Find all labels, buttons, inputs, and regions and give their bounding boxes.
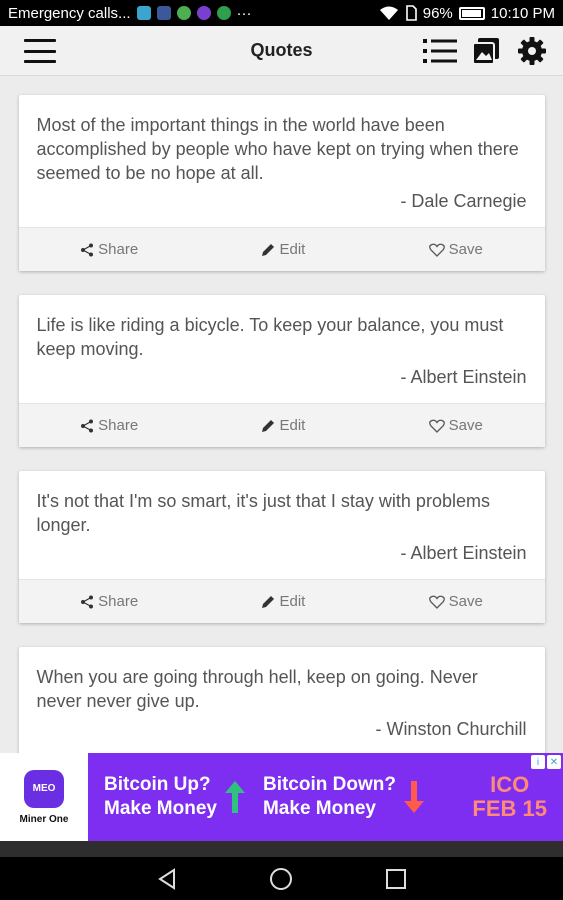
ad-up-line1: Bitcoin Up? [104,774,211,795]
back-button[interactable] [152,864,182,894]
quote-card: When you are going through hell, keep on… [18,647,545,753]
battery-percentage: 96% [422,4,453,22]
ad-bitcoin-up: Bitcoin Up? Make Money [104,773,217,821]
share-button[interactable]: Share [80,593,138,610]
ad-ico: ICO FEB 15 [472,773,547,821]
share-label: Share [98,417,139,434]
quote-list[interactable]: Most of the important things in the worl… [0,77,563,753]
ad-logo-badge: MEO [24,769,64,808]
app-icon-3 [176,6,191,20]
app-icon-1 [136,6,151,20]
pencil-icon [262,419,275,432]
quote-author: - Dale Carnegie [400,191,527,211]
heart-outline-icon [428,595,445,609]
save-button[interactable]: Save [428,241,483,258]
share-icon [81,595,94,608]
back-triangle-icon [158,867,176,890]
arrow-up-icon [224,781,245,813]
image-gallery-icon [472,38,499,65]
quote-card: Most of the important things in the worl… [18,95,545,271]
app-bar-actions [423,36,549,66]
share-button[interactable]: Share [80,417,138,434]
save-label: Save [448,241,483,258]
gear-icon [518,37,546,65]
share-icon [81,419,94,432]
share-label: Share [98,593,139,610]
edit-button[interactable]: Edit [261,593,305,610]
ad-logo-text: Miner One [19,813,69,825]
ad-info-icon[interactable]: i [531,755,545,769]
status-bar-right: 96% 10:10 PM [379,5,555,22]
quote-card-body: It's not that I'm so smart, it's just th… [19,471,545,579]
heart-outline-icon [428,419,445,433]
share-icon [81,243,94,256]
quote-card-body: When you are going through hell, keep on… [19,647,545,753]
ad-close-icon[interactable]: ✕ [547,755,561,769]
edit-label: Edit [279,593,306,610]
gallery-button[interactable] [469,36,503,66]
pencil-icon [262,595,275,608]
edit-label: Edit [279,241,306,258]
recents-button[interactable] [381,864,411,894]
status-bar: Emergency calls... ··· 96% 10:10 PM [0,0,563,26]
wifi-icon [379,6,398,20]
home-button[interactable] [266,864,296,894]
quote-card: Life is like riding a bicycle. To keep y… [18,295,545,447]
sim-icon [405,5,417,21]
notification-text: Emergency calls... [8,4,131,22]
edit-label: Edit [279,417,306,434]
app-icon-4 [196,6,211,20]
share-label: Share [98,241,139,258]
ad-down-line1: Bitcoin Down? [262,774,396,795]
list-view-button[interactable] [423,36,457,66]
quote-card-actions: Share Edit Save [18,579,545,623]
battery-icon [458,6,485,20]
ad-down-line2: Make Money [262,798,376,819]
quote-author: - Albert Einstein [400,543,527,563]
app-icon-5 [216,6,231,20]
share-button[interactable]: Share [80,241,138,258]
status-bar-left: Emergency calls... ··· [8,5,252,22]
quote-text: Life is like riding a bicycle. To keep y… [36,315,504,359]
list-icon [423,39,457,63]
ad-main: Bitcoin Up? Make Money Bitcoin Down? Mak… [88,753,563,841]
ad-banner[interactable]: MEO Miner One Bitcoin Up? Make Money Bit… [0,753,563,841]
ad-logo: MEO Miner One [0,753,88,841]
save-label: Save [448,593,483,610]
ad-ico-line2: FEB 15 [472,796,547,821]
save-label: Save [448,417,483,434]
quote-card-body: Life is like riding a bicycle. To keep y… [19,295,545,403]
quote-text: Most of the important things in the worl… [36,115,519,183]
clock: 10:10 PM [490,4,555,22]
settings-button[interactable] [515,36,549,66]
home-circle-icon [270,867,293,890]
quote-card-actions: Share Edit Save [18,403,545,447]
edit-button[interactable]: Edit [261,241,305,258]
ad-ico-line1: ICO [490,772,530,797]
save-button[interactable]: Save [428,593,483,610]
quote-card-actions: Share Edit Save [18,227,545,271]
divider [0,841,563,857]
ad-info-controls: i ✕ [531,755,561,769]
quote-card-body: Most of the important things in the worl… [19,95,545,227]
edit-button[interactable]: Edit [261,417,305,434]
quote-text: When you are going through hell, keep on… [36,667,478,711]
save-button[interactable]: Save [428,417,483,434]
app-bar: Quotes [0,26,563,76]
pencil-icon [262,243,275,256]
quote-card: It's not that I'm so smart, it's just th… [18,471,545,623]
facebook-icon [156,6,171,20]
recents-square-icon [385,868,406,889]
more-notifications-indicator: ··· [236,4,252,22]
quote-text: It's not that I'm so smart, it's just th… [36,491,490,535]
ad-up-line2: Make Money [104,798,217,819]
heart-outline-icon [428,243,445,257]
ad-bitcoin-down: Bitcoin Down? Make Money [263,773,396,821]
arrow-down-icon [403,781,424,813]
quote-author: - Albert Einstein [400,367,527,387]
system-navigation-bar [0,857,563,900]
quote-author: - Winston Churchill [375,719,527,739]
